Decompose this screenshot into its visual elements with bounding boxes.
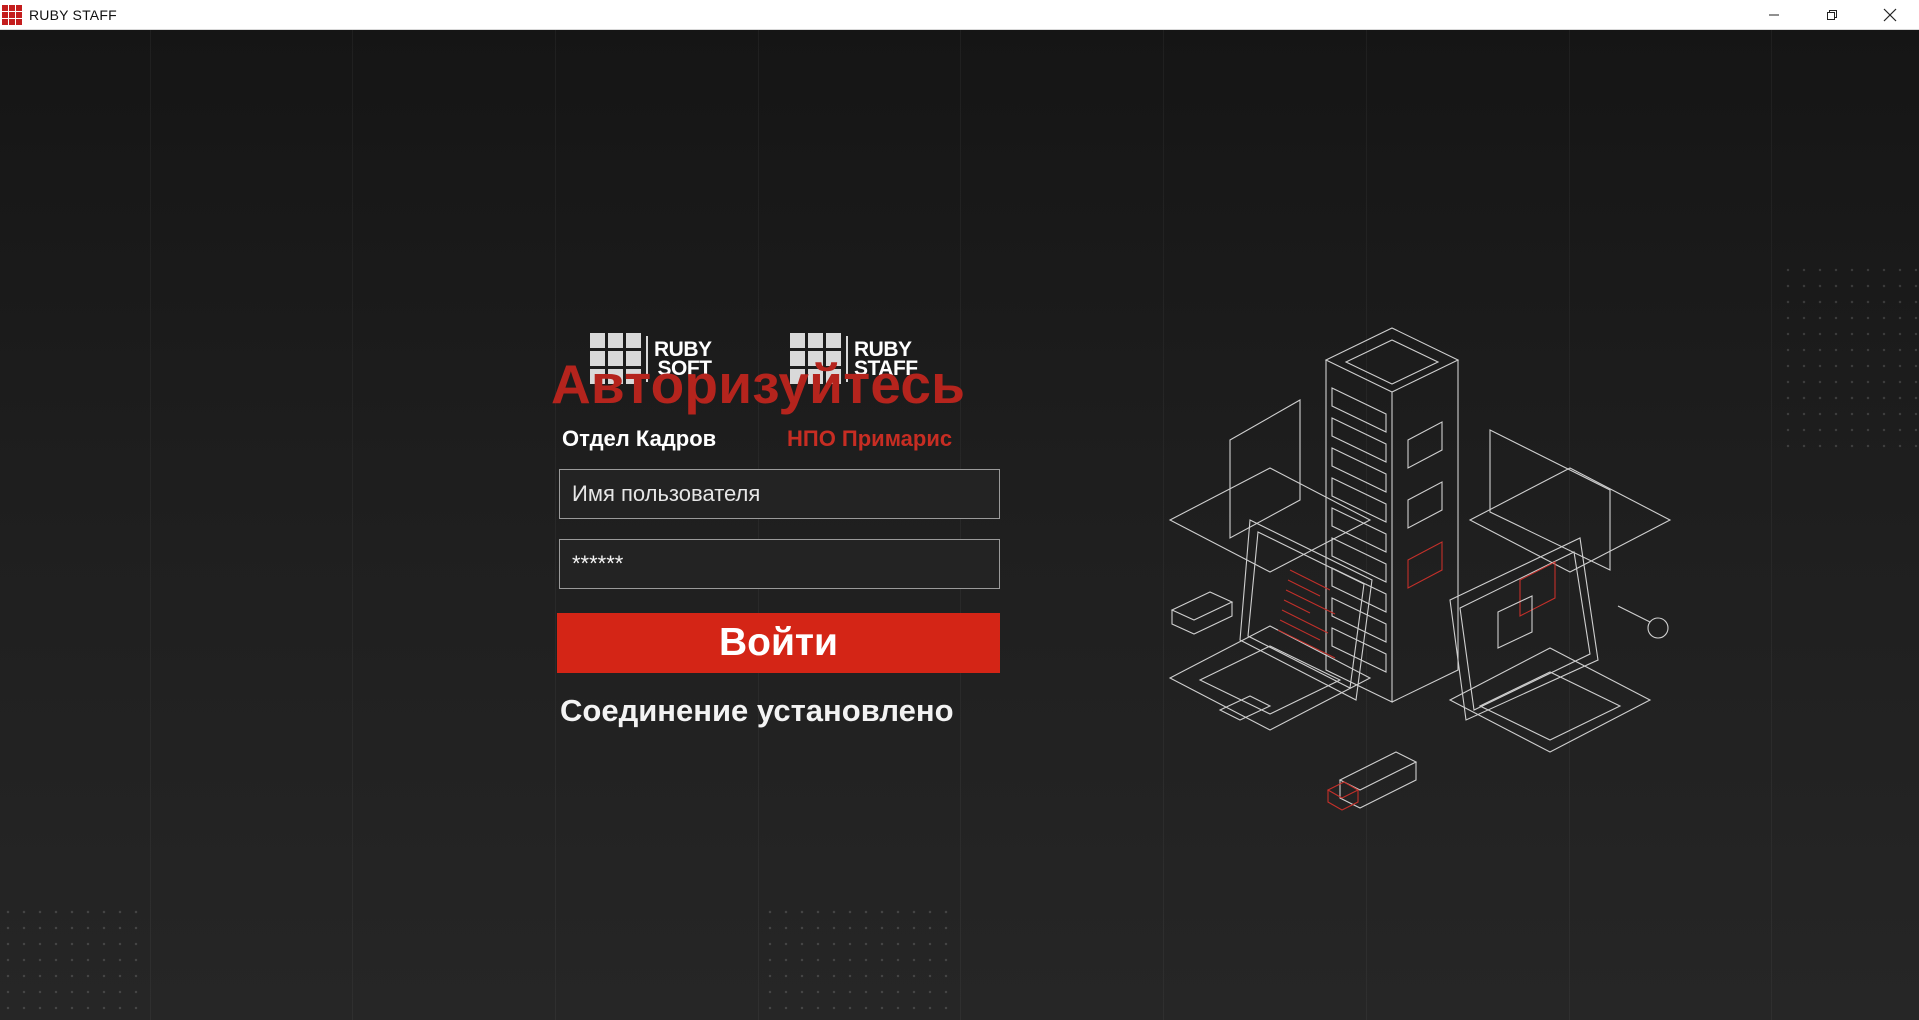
- window-title: RUBY STAFF: [29, 6, 117, 23]
- restore-button[interactable]: [1803, 0, 1861, 29]
- close-icon: [1883, 8, 1897, 21]
- background-grid-line: [1771, 30, 1772, 1020]
- background-grid-line: [758, 30, 759, 1020]
- login-button[interactable]: Войти: [557, 613, 1000, 673]
- organization-label: НПО Примарис: [787, 426, 953, 451]
- password-input[interactable]: [559, 539, 1000, 589]
- background-grid-line: [960, 30, 961, 1020]
- title-bar: RUBY STAFF: [0, 0, 1919, 30]
- background-grid-line: [555, 30, 556, 1020]
- username-input[interactable]: [559, 469, 1000, 519]
- login-heading: Авторизуйтесь: [551, 353, 966, 415]
- dot-pattern: [0, 904, 142, 1020]
- background-grid-line: [150, 30, 151, 1020]
- dot-pattern: [1780, 262, 1919, 454]
- close-button[interactable]: [1861, 0, 1919, 29]
- dot-pattern: [762, 904, 954, 1020]
- server-network-illustration: [1168, 327, 1672, 811]
- minimize-icon: [1769, 14, 1779, 15]
- background-grid-line: [352, 30, 353, 1020]
- department-label: Отдел Кадров: [562, 426, 717, 451]
- restore-icon: [1827, 9, 1837, 20]
- connection-status: Соединение установлено: [560, 693, 954, 728]
- app-logo-icon: [2, 4, 22, 25]
- minimize-button[interactable]: [1745, 0, 1803, 29]
